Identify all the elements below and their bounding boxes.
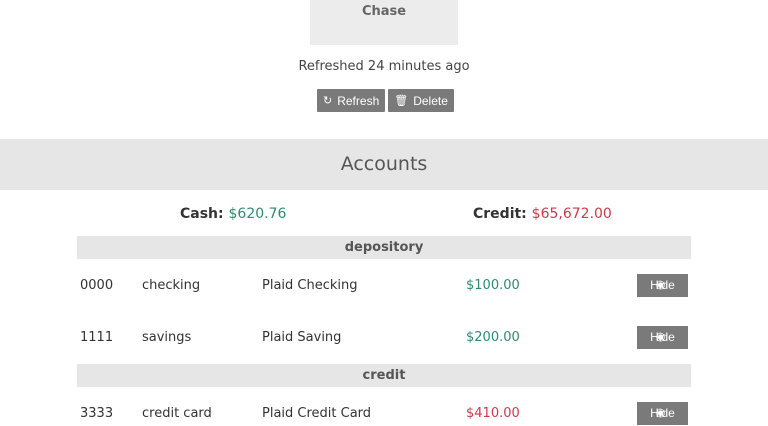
institution-card: Chase xyxy=(310,0,458,45)
institution-actions: ↻ Refresh 🗑︎ Delete xyxy=(317,89,454,112)
cash-label: Cash: xyxy=(180,206,224,222)
hide-button[interactable]: ◉ Hide xyxy=(637,274,688,297)
accounts-header: Accounts xyxy=(0,139,768,190)
account-name: Plaid Checking xyxy=(262,278,358,293)
credit-total: Credit: $65,672.00 xyxy=(473,206,612,222)
cash-total: Cash: $620.76 xyxy=(180,206,286,222)
account-mask: 3333 xyxy=(80,406,114,421)
institution-name: Chase xyxy=(361,4,407,19)
refresh-button[interactable]: ↻ Refresh xyxy=(317,89,386,112)
account-name: Plaid Credit Card xyxy=(262,406,372,421)
trash-icon: 🗑︎ xyxy=(394,95,409,107)
account-name: Plaid Saving xyxy=(262,330,342,345)
delete-button[interactable]: 🗑︎ Delete xyxy=(388,89,454,112)
hide-label: Hide xyxy=(650,330,675,344)
account-balance: $100.00 xyxy=(466,278,520,293)
hide-label: Hide xyxy=(650,406,675,420)
table-row: 1111 savings Plaid Saving $200.00 ◉ Hide xyxy=(77,326,691,350)
table-row: 3333 credit card Plaid Credit Card $410.… xyxy=(77,402,691,426)
account-subtype: checking xyxy=(142,278,201,293)
account-mask: 0000 xyxy=(80,278,114,293)
refresh-label: Refresh xyxy=(337,93,380,108)
group-header-depository: depository xyxy=(77,236,691,259)
hide-label: Hide xyxy=(650,278,675,292)
account-subtype: savings xyxy=(142,330,192,345)
hide-button[interactable]: ◉ Hide xyxy=(637,326,688,349)
credit-label: Credit: xyxy=(473,206,527,222)
cash-value: $620.76 xyxy=(228,206,287,222)
refresh-icon: ↻ xyxy=(323,95,333,107)
delete-label: Delete xyxy=(413,93,448,108)
hide-button[interactable]: ◉ Hide xyxy=(637,402,688,425)
account-subtype: credit card xyxy=(142,406,212,421)
table-row: 0000 checking Plaid Checking $100.00 ◉ H… xyxy=(77,274,691,298)
account-balance: $410.00 xyxy=(466,406,520,421)
group-header-credit: credit xyxy=(77,364,691,387)
account-balance: $200.00 xyxy=(466,330,520,345)
credit-value: $65,672.00 xyxy=(531,206,612,222)
refreshed-status: Refreshed 24 minutes ago xyxy=(298,59,470,74)
account-mask: 1111 xyxy=(80,330,114,345)
